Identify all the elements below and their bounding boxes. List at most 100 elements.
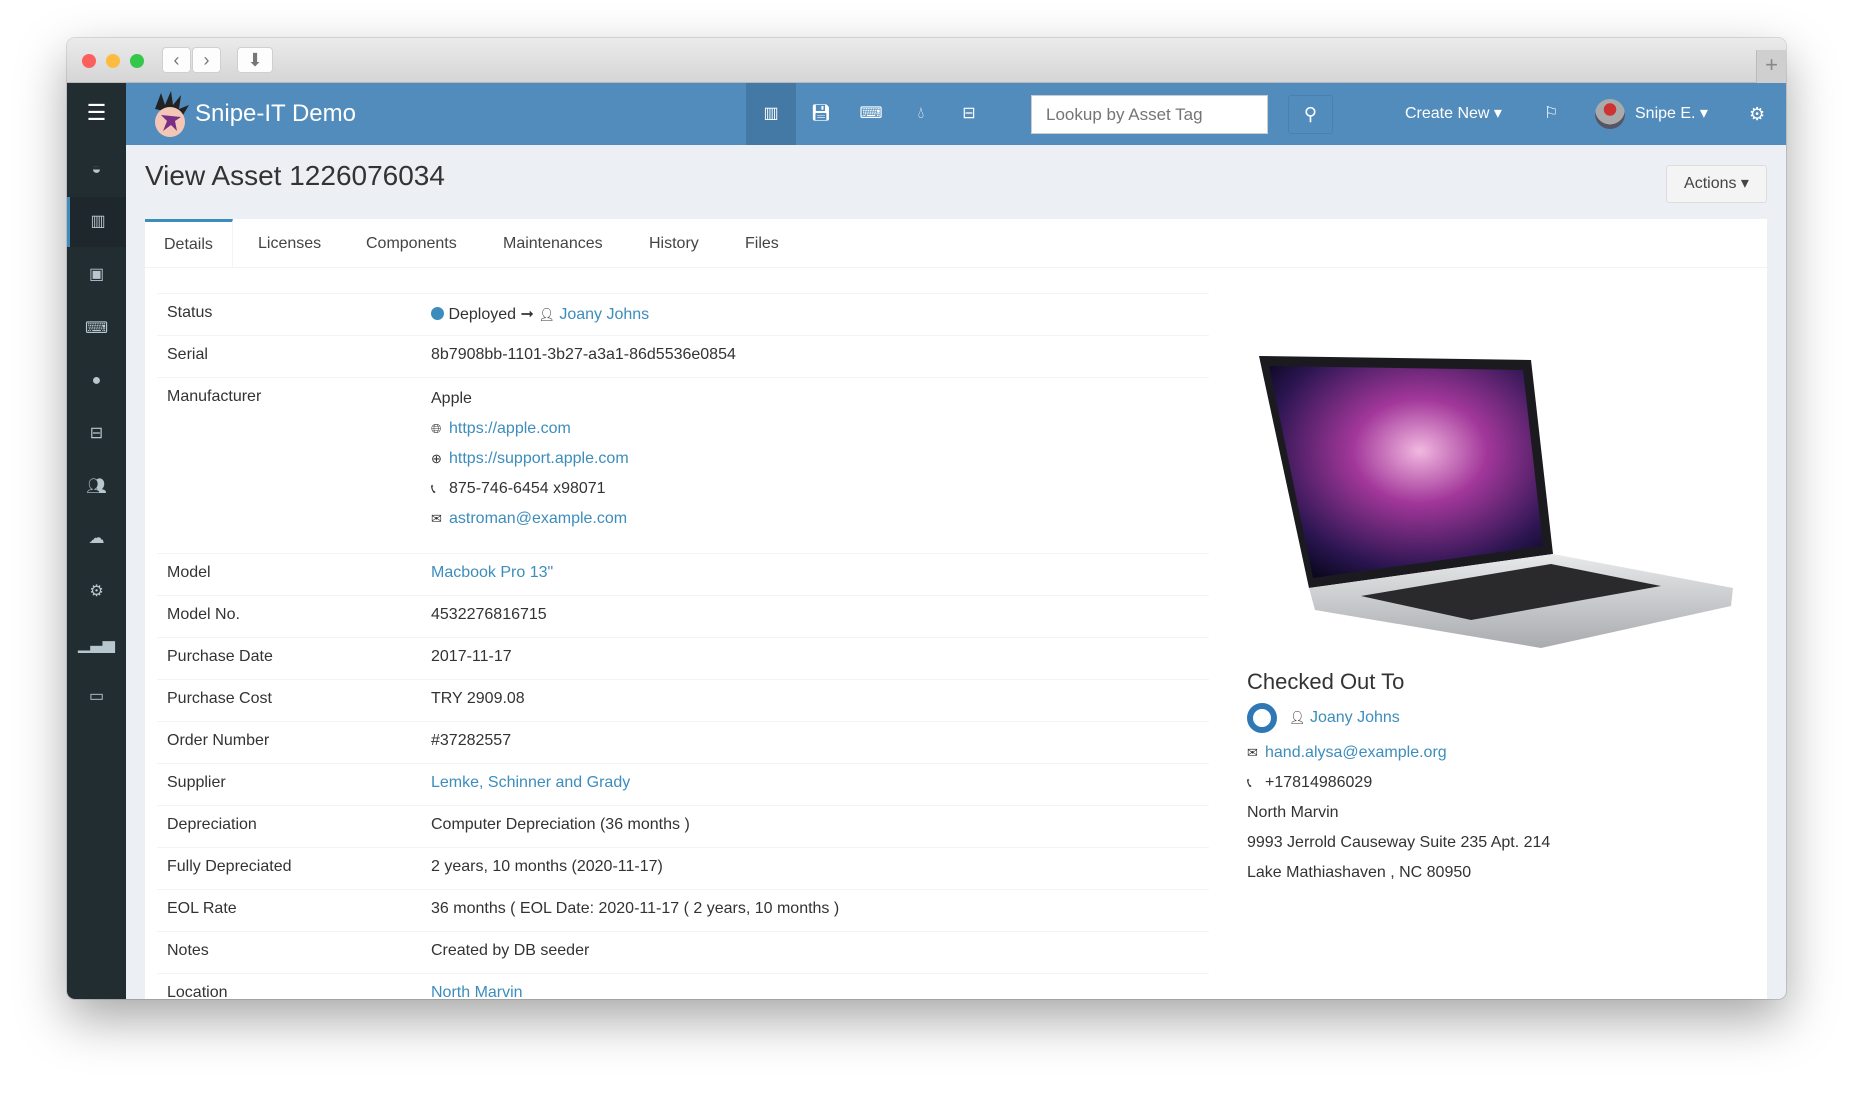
asset-tag-search-input[interactable]: [1031, 95, 1268, 134]
checked-out-city: North Marvin: [1247, 804, 1339, 821]
row-label: Order Number: [167, 732, 270, 749]
row-value: Deployed ➞ 👤︎ Joany Johns: [431, 304, 649, 324]
assigned-user-link[interactable]: Joany Johns: [559, 306, 649, 323]
sidebar: ☰ ◒ ▥ ▣ ⌨ ● ⊟ 👥︎ ☁ ⚙ ▁▃▅ ▭: [67, 83, 126, 999]
detail-row-manufacturer: Manufacturer Apple 🌐︎ https://apple.com ⊕…: [157, 377, 1209, 553]
row-label: Supplier: [167, 774, 226, 791]
laptop-icon[interactable]: ▭: [67, 672, 126, 722]
detail-row: Location North Marvin: [157, 973, 1209, 999]
detail-row-serial: Serial 8b7908bb-1101-3b27-a3a1-86d5536e0…: [157, 335, 1209, 377]
row-value-link[interactable]: North Marvin: [431, 984, 523, 999]
avatar[interactable]: [1595, 99, 1625, 129]
user-menu-dropdown[interactable]: Snipe E. ▾: [1635, 83, 1708, 145]
row-value-link[interactable]: Macbook Pro 13": [431, 564, 553, 582]
globe-icon: 🌐︎: [431, 421, 442, 436]
row-label: Fully Depreciated: [167, 858, 292, 875]
users-icon[interactable]: 👥︎: [67, 462, 126, 512]
detail-row: Purchase Cost TRY 2909.08: [157, 679, 1209, 721]
keyboard-icon[interactable]: ⌨: [846, 83, 896, 145]
row-value: TRY 2909.08: [431, 690, 525, 707]
detail-row: EOL Rate 36 months ( EOL Date: 2020-11-17…: [157, 889, 1209, 931]
search-icon: ⚲: [1303, 104, 1318, 124]
arrow-right-icon: ➞: [520, 306, 534, 323]
user-avatar: [1247, 703, 1277, 733]
row-label: Status: [167, 304, 213, 321]
browser-window: ‹ › ⬇ + Snipe-IT Demo ▥ 💾︎ ⌨ 💧︎ ⊟ ⚲ Crea…: [67, 38, 1786, 999]
tab-history[interactable]: History: [630, 219, 718, 268]
dashboard-icon[interactable]: ◒: [67, 145, 126, 195]
barcode-icon[interactable]: ▥: [67, 197, 126, 247]
row-label: Model: [167, 564, 211, 581]
back-button[interactable]: ‹: [162, 47, 191, 73]
status-value: Deployed: [448, 306, 517, 323]
detail-row: Notes Created by DB seeder: [157, 931, 1209, 973]
app-title[interactable]: Snipe-IT Demo: [195, 83, 356, 145]
cog-icon[interactable]: ⚙: [67, 567, 126, 617]
floppy-icon[interactable]: ▣: [67, 250, 126, 300]
keyboard-icon[interactable]: ⌨: [67, 304, 126, 354]
maximize-window-button[interactable]: [130, 54, 144, 68]
detail-row: Model Macbook Pro 13": [157, 553, 1209, 595]
forward-button[interactable]: ›: [192, 47, 221, 73]
status-dot-icon: [431, 307, 444, 320]
flag-icon[interactable]: ⚐: [1544, 83, 1558, 145]
tab-bar: Details Licenses Components Maintenances…: [145, 219, 1767, 268]
row-label: Notes: [167, 942, 209, 959]
tab-maintenances[interactable]: Maintenances: [484, 219, 622, 268]
top-navbar: Snipe-IT Demo ▥ 💾︎ ⌨ 💧︎ ⊟ ⚲ Create New ▾…: [67, 83, 1786, 145]
detail-row: Model No. 4532276816715: [157, 595, 1209, 637]
tab-components[interactable]: Components: [347, 219, 476, 268]
manufacturer-email-link[interactable]: astroman@example.com: [449, 510, 627, 527]
settings-gear-icon[interactable]: ⚙: [1749, 83, 1765, 145]
manufacturer-url-link[interactable]: https://apple.com: [449, 420, 571, 437]
create-new-label: Create New: [1405, 105, 1490, 122]
row-value-link[interactable]: Lemke, Schinner and Grady: [431, 774, 630, 792]
manufacturer-link[interactable]: Apple: [431, 390, 472, 408]
bar-chart-icon[interactable]: ▁▃▅: [67, 620, 126, 670]
checked-out-user-link[interactable]: Joany Johns: [1310, 709, 1400, 726]
page-title: View Asset 1226076034: [145, 160, 445, 191]
row-value: 2 years, 10 months (2020-11-17): [431, 858, 663, 875]
cloud-download-icon[interactable]: ☁: [67, 514, 126, 564]
checked-out-region: Lake Mathiashaven , NC 80950: [1247, 864, 1472, 881]
tab-licenses[interactable]: Licenses: [239, 219, 340, 268]
close-window-button[interactable]: [82, 54, 96, 68]
support-url-link[interactable]: https://support.apple.com: [449, 450, 629, 467]
barcode-icon[interactable]: ▥: [746, 83, 796, 145]
tint-icon[interactable]: ●: [67, 356, 126, 406]
floppy-icon[interactable]: 💾︎: [796, 83, 846, 145]
create-new-dropdown[interactable]: Create New ▾: [1405, 83, 1502, 145]
row-value: 36 months ( EOL Date: 2020-11-17 ( 2 yea…: [431, 900, 840, 917]
user-name: Snipe E.: [1635, 105, 1696, 122]
detail-row: Depreciation Computer Depreciation (36 mo…: [157, 805, 1209, 847]
checked-out-address: 9993 Jerrold Causeway Suite 235 Apt. 214: [1247, 834, 1551, 851]
row-value: 4532276816715: [431, 606, 547, 623]
checked-out-email-link[interactable]: hand.alysa@example.org: [1265, 744, 1447, 761]
actions-dropdown[interactable]: Actions ▾: [1666, 165, 1767, 203]
row-value: 8b7908bb-1101-3b27-a3a1-86d5536e0854: [431, 346, 736, 363]
phone-icon: 📞︎: [431, 481, 436, 496]
row-value: #37282557: [431, 732, 512, 749]
detail-row: Fully Depreciated 2 years, 10 months (202…: [157, 847, 1209, 889]
hdd-icon[interactable]: ⊟: [944, 83, 994, 145]
new-tab-button[interactable]: +: [1756, 50, 1786, 83]
tab-files[interactable]: Files: [726, 219, 798, 268]
search-button[interactable]: ⚲: [1288, 95, 1333, 134]
detail-row: Purchase Date 2017-11-17: [157, 637, 1209, 679]
hamburger-menu-icon[interactable]: ☰: [67, 83, 126, 145]
row-label: Depreciation: [167, 816, 257, 833]
download-icon[interactable]: ⬇: [237, 47, 273, 73]
row-label: Serial: [167, 346, 208, 363]
browser-chrome: ‹ › ⬇ +: [67, 38, 1786, 83]
minimize-window-button[interactable]: [106, 54, 120, 68]
detail-row: Supplier Lemke, Schinner and Grady: [157, 763, 1209, 805]
checked-out-user: 👤︎ Joany Johns: [1247, 703, 1400, 733]
asset-image: [1259, 356, 1733, 648]
row-value: Created by DB seeder: [431, 942, 590, 959]
checked-out-phone: +17814986029: [1265, 774, 1373, 791]
tab-details[interactable]: Details: [145, 219, 233, 268]
tint-icon[interactable]: 💧︎: [896, 83, 946, 145]
hdd-icon[interactable]: ⊟: [67, 409, 126, 459]
detail-row-status: Status Deployed ➞ 👤︎ Joany Johns: [157, 293, 1209, 335]
detail-row: Order Number #37282557: [157, 721, 1209, 763]
